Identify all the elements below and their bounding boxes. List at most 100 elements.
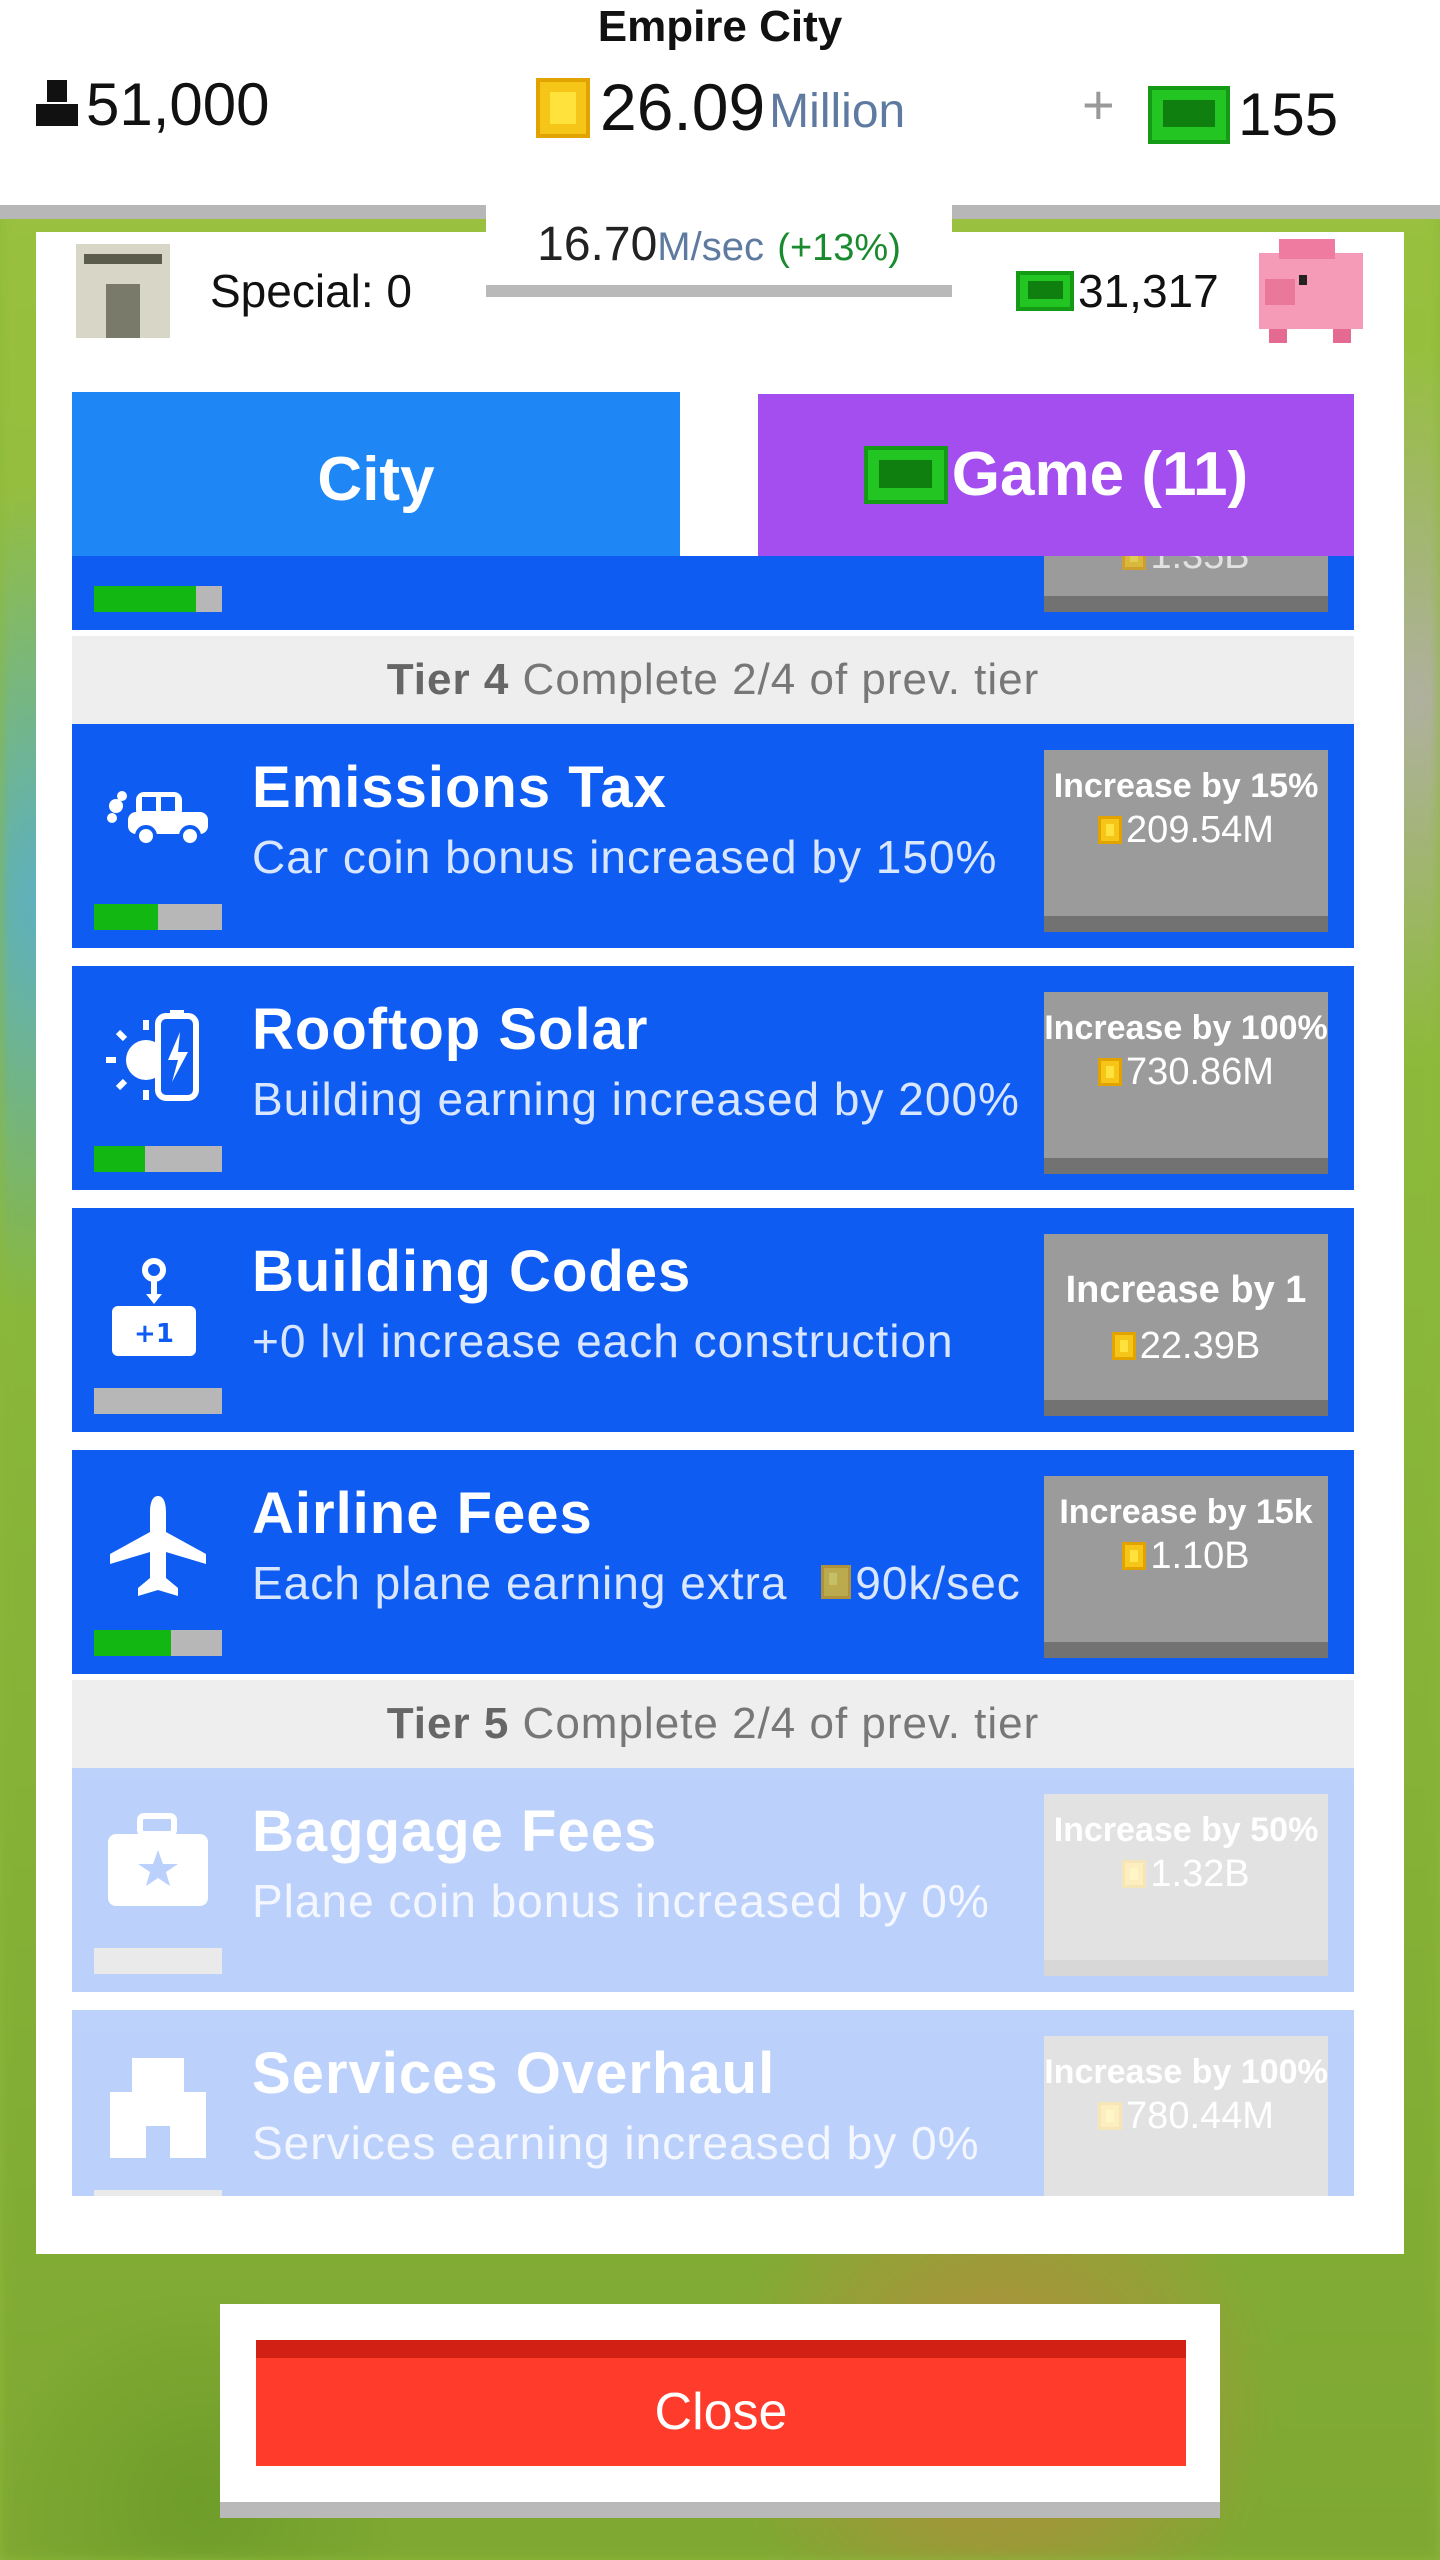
rate-unit: M/sec [657, 225, 764, 269]
close-button[interactable]: Close [256, 2340, 1186, 2466]
tier-header: Tier 5 Complete 2/4 of prev. tier [72, 1680, 1354, 1768]
coin-icon [536, 78, 590, 138]
progress-bar [94, 2190, 222, 2196]
cash-icon [1148, 85, 1230, 144]
coin-icon [1098, 2102, 1123, 2130]
plane-icon [106, 1492, 206, 1596]
savings-value: 31,317 [1078, 265, 1219, 317]
top-bar: Empire City 51,000 26.09 Million + 155 [0, 0, 1440, 205]
tier-requirement: Complete 2/4 of prev. tier [522, 655, 1040, 704]
coin-icon [1098, 1058, 1123, 1086]
upgrade-description: Services earning increased by 0% [252, 2117, 980, 2169]
coin-icon [821, 1565, 852, 1599]
buy-label: Increase by 1 [1065, 1269, 1307, 1311]
upgrade-description: Each plane earning extra 90k/sec [252, 1556, 1021, 1610]
progress-bar [94, 904, 222, 930]
upgrade-buy-button[interactable]: Increase by 15k 1.10B [1044, 1476, 1328, 1658]
upgrade-title: Baggage Fees [252, 1799, 658, 1864]
progress-fill [94, 1630, 171, 1656]
upgrade-cost: 209.54M [1126, 809, 1274, 851]
coin-icon [1122, 1542, 1147, 1570]
upgrade-description-text: Each plane earning extra [252, 1557, 788, 1609]
upgrade-cost: 22.39B [1139, 1325, 1261, 1367]
buy-label: Increase by 50% [1053, 1811, 1319, 1849]
upgrade-buy-button[interactable]: 1.35B [1044, 556, 1328, 612]
person-icon [36, 79, 78, 130]
upgrade-buy-button[interactable]: Increase by 100% 730.86M [1044, 992, 1328, 1174]
progress-fill [94, 904, 158, 930]
coins-counter: 26.09 Million [536, 70, 905, 144]
construction-kit-icon: +1 [106, 1250, 202, 1356]
upgrade-buy-button[interactable]: Increase by 1 22.39B [1044, 1234, 1328, 1416]
upgrade-description-value: 90k/sec [855, 1557, 1021, 1609]
upgrades-list[interactable]: 1.35B Tier 4 Complete 2/4 of prev. tier … [72, 556, 1354, 2196]
piggy-bank-icon [1258, 239, 1363, 343]
upgrade-buy-button: Increase by 50% 1.32B [1044, 1794, 1328, 1976]
progress-bar [94, 1146, 222, 1172]
car-icon [106, 766, 208, 862]
upgrade-cost: 730.86M [1126, 1051, 1274, 1093]
upgrade-buy-button: Increase by 100% 780.44M [1044, 2036, 1328, 2196]
upgrade-cost: 1.32B [1150, 1853, 1250, 1895]
arch-landmark-icon [76, 244, 170, 338]
coin-icon [1111, 1332, 1136, 1360]
piggy-bank[interactable]: 31,317 [986, 232, 1404, 350]
buy-label: Increase by 15% [1053, 767, 1319, 805]
upgrade-title: Services Overhaul [252, 2041, 776, 2106]
special-label: Special: 0 [210, 265, 413, 317]
population-value: 51,000 [86, 71, 270, 138]
cash-value: 155 [1238, 81, 1339, 148]
upgrade-title: Rooftop Solar [252, 997, 649, 1062]
population-counter: 51,000 [36, 70, 270, 139]
coins-value: 26.09 [600, 70, 766, 144]
upgrade-cost: 1.10B [1150, 1535, 1250, 1577]
tab-game-label: Game (11) [951, 440, 1249, 509]
list-item: Services Overhaul Services earning incre… [72, 2010, 1354, 2196]
upgrade-title: Airline Fees [252, 1481, 593, 1546]
progress-fill [94, 1146, 146, 1172]
progress-bar [94, 586, 222, 612]
list-item: Rooftop Solar Building earning increased… [72, 966, 1354, 1190]
add-cash-button[interactable]: + [1082, 72, 1115, 137]
upgrade-description: +0 lvl increase each construction [252, 1315, 954, 1367]
solar-battery-icon [106, 1008, 202, 1104]
rate-value: 16.70 [537, 218, 658, 271]
rate-bonus: (+13%) [777, 227, 901, 269]
tier-header: Tier 4 Complete 2/4 of prev. tier [72, 636, 1354, 724]
tier-requirement: Complete 2/4 of prev. tier [522, 1699, 1040, 1748]
upgrade-cost: 1.35B [1150, 556, 1250, 577]
income-rate: 16.70M/sec (+13%) [486, 205, 952, 297]
upgrade-title: Emissions Tax [252, 755, 667, 820]
special-counter[interactable]: Special: 0 [40, 232, 452, 350]
city-name: Empire City [597, 2, 843, 51]
svg-text:+1: +1 [134, 1319, 174, 1349]
suitcase-icon [106, 1810, 208, 1906]
progress-bar [94, 1630, 222, 1656]
upgrade-title: Building Codes [252, 1239, 692, 1304]
coin-icon [1098, 816, 1123, 844]
list-item: 1.35B [72, 556, 1354, 630]
buy-label: Increase by 15k [1059, 1493, 1313, 1531]
building-icon [106, 2052, 206, 2158]
list-item: Emissions Tax Car coin bonus increased b… [72, 724, 1354, 948]
upgrade-description: Car coin bonus increased by 150% [252, 831, 998, 883]
upgrade-description: Plane coin bonus increased by 0% [252, 1875, 990, 1927]
upgrade-buy-button[interactable]: Increase by 15% 209.54M [1044, 750, 1328, 932]
cash-counter[interactable]: 155 [1148, 80, 1338, 149]
progress-fill [94, 586, 197, 612]
tab-game[interactable]: Game (11) [758, 394, 1354, 556]
list-item: +1 Building Codes +0 lvl increase each c… [72, 1208, 1354, 1432]
progress-bar [94, 1388, 222, 1414]
coin-icon [1122, 556, 1147, 570]
tier-label: Tier 4 [386, 655, 510, 704]
tab-city[interactable]: City [72, 392, 680, 556]
buy-label: Increase by 100% [1044, 2053, 1328, 2091]
coins-unit: Million [769, 85, 906, 138]
tier-label: Tier 5 [386, 1699, 510, 1748]
cash-icon [863, 446, 948, 504]
coin-icon [1122, 1860, 1147, 1888]
list-item: Baggage Fees Plane coin bonus increased … [72, 1768, 1354, 1992]
progress-bar [94, 1948, 222, 1974]
buy-label: Increase by 100% [1044, 1009, 1328, 1047]
cash-icon [1016, 271, 1074, 311]
